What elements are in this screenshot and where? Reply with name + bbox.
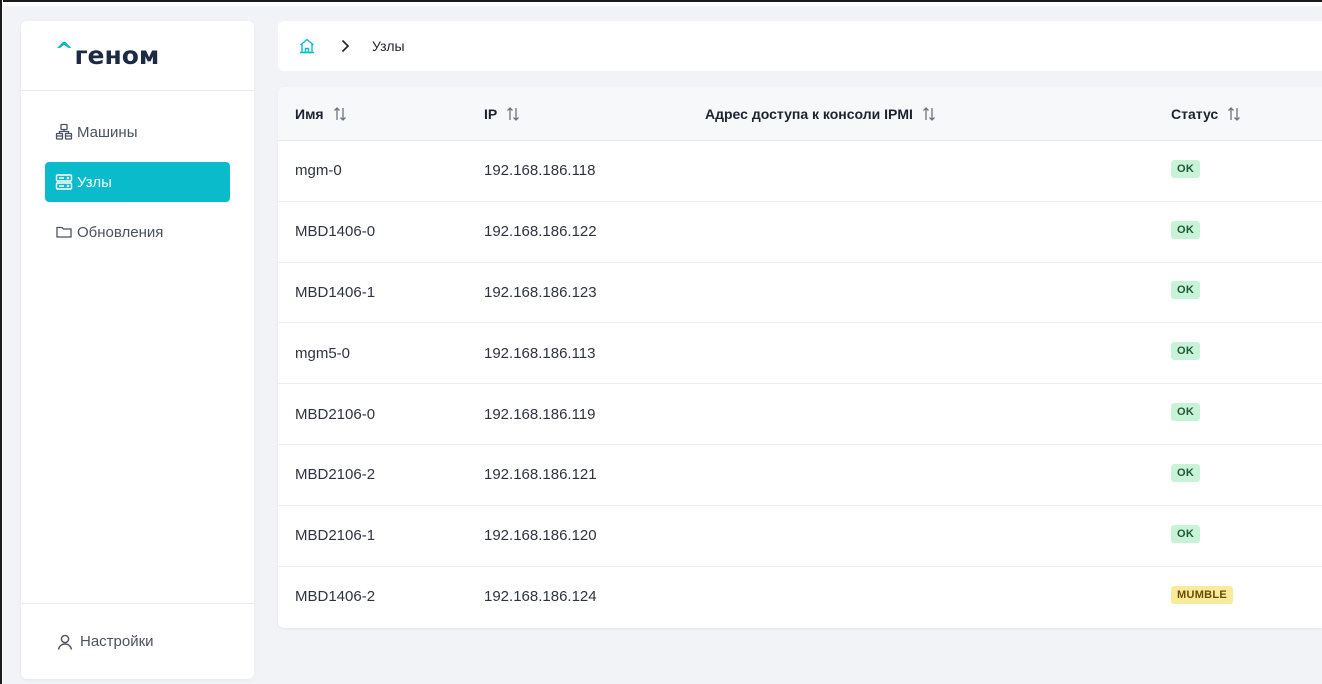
status-badge: OK xyxy=(1171,159,1201,178)
cell-name: mgm5-0 xyxy=(295,344,351,362)
status-badge: MUMBLE xyxy=(1171,585,1234,604)
cell-ip: 192.168.186.119 xyxy=(484,405,596,423)
table-row[interactable]: MBD2106-0 192.168.186.119 OK xyxy=(278,384,1322,445)
sort-icon[interactable] xyxy=(921,106,937,122)
cell-ip: 192.168.186.124 xyxy=(484,588,597,606)
brand-logo[interactable]: ^ геном xyxy=(21,21,254,91)
column-header-label: Адрес доступа к консоли IPMI xyxy=(705,105,913,122)
status-badge: OK xyxy=(1171,342,1201,361)
sidebar-item-label: Машины xyxy=(77,123,138,141)
cell-name: MBD1406-0 xyxy=(295,223,376,241)
column-header-label: Статус xyxy=(1171,105,1219,122)
sort-icon[interactable] xyxy=(1226,106,1242,122)
sort-icon[interactable] xyxy=(332,106,348,122)
table-row[interactable]: MBD2106-2 192.168.186.121 OK xyxy=(278,445,1322,506)
column-header-name[interactable]: Имя xyxy=(295,87,348,140)
cell-status: OK xyxy=(1171,384,1201,444)
brand-caret: ^ xyxy=(55,39,74,64)
cell-ip: 192.168.186.122 xyxy=(484,223,597,241)
nodes-table: Имя IP Адрес доступа к консоли IPMI Стат… xyxy=(278,87,1322,628)
cell-name: MBD1406-2 xyxy=(295,588,376,606)
cell-ip: 192.168.186.113 xyxy=(484,344,596,362)
status-badge: OK xyxy=(1171,463,1201,482)
table-row[interactable]: MBD2106-1 192.168.186.120 OK xyxy=(278,506,1322,567)
table-row[interactable]: MBD1406-2 192.168.186.124 MUMBLE xyxy=(278,567,1322,628)
sidebar-nav: Машины Узлы Обновления xyxy=(21,91,254,252)
column-header-label: Имя xyxy=(295,105,324,122)
cell-status: OK xyxy=(1171,202,1201,262)
sidebar-item-label: Узлы xyxy=(77,173,112,191)
folder-icon xyxy=(55,223,73,241)
sidebar-item-nodes[interactable]: Узлы xyxy=(45,162,230,202)
sort-icon[interactable] xyxy=(505,106,521,122)
machines-icon xyxy=(55,123,73,141)
cell-status: OK xyxy=(1171,323,1201,383)
cell-ip: 192.168.186.123 xyxy=(484,283,597,301)
cell-status: OK xyxy=(1171,141,1201,201)
sidebar-item-label: Обновления xyxy=(77,223,164,241)
table-row[interactable]: mgm-0 192.168.186.118 OK xyxy=(278,141,1322,202)
cell-name: mgm-0 xyxy=(295,162,342,180)
table-header: Имя IP Адрес доступа к консоли IPMI Стат… xyxy=(278,87,1322,141)
table-row[interactable]: mgm5-0 192.168.186.113 OK xyxy=(278,323,1322,385)
cell-name: MBD2106-0 xyxy=(295,405,376,423)
column-header-ip[interactable]: IP xyxy=(484,87,521,140)
cell-name: MBD2106-1 xyxy=(295,527,376,545)
column-header-ipmi[interactable]: Адрес доступа к консоли IPMI xyxy=(705,87,937,140)
sidebar-item-machines[interactable]: Машины xyxy=(45,112,230,152)
status-badge: OK xyxy=(1171,281,1201,300)
window-frame-left xyxy=(0,0,3,684)
cell-status: OK xyxy=(1171,263,1201,323)
sidebar-item-updates[interactable]: Обновления xyxy=(45,212,230,252)
status-badge: OK xyxy=(1171,403,1201,422)
chevron-right-icon xyxy=(340,39,350,53)
status-badge: OK xyxy=(1171,220,1201,239)
cell-status: OK xyxy=(1171,506,1201,566)
cell-name: MBD2106-2 xyxy=(295,466,376,484)
cell-ip: 192.168.186.121 xyxy=(484,466,597,484)
user-icon xyxy=(56,633,74,651)
breadcrumb: Узлы xyxy=(278,21,1322,71)
table-row[interactable]: MBD1406-0 192.168.186.122 OK xyxy=(278,202,1322,263)
sidebar-item-settings[interactable]: Настройки xyxy=(21,603,254,679)
table-row[interactable]: MBD1406-1 192.168.186.123 OK xyxy=(278,263,1322,324)
column-header-label: IP xyxy=(484,105,498,122)
sidebar: ^ геном Машины Узлы Обновления Настройки xyxy=(21,21,254,679)
home-icon[interactable] xyxy=(298,37,316,55)
cell-ip: 192.168.186.120 xyxy=(484,527,597,545)
brand-name: геном xyxy=(74,41,160,70)
cell-status: MUMBLE xyxy=(1171,567,1234,628)
cell-name: MBD1406-1 xyxy=(295,283,376,301)
breadcrumb-current: Узлы xyxy=(372,38,405,54)
window-frame-top xyxy=(0,0,1322,6)
cell-status: OK xyxy=(1171,445,1201,505)
server-icon xyxy=(55,173,73,191)
status-badge: OK xyxy=(1171,524,1201,543)
column-header-status[interactable]: Статус xyxy=(1171,87,1242,140)
settings-label: Настройки xyxy=(80,633,154,650)
cell-ip: 192.168.186.118 xyxy=(484,162,596,180)
